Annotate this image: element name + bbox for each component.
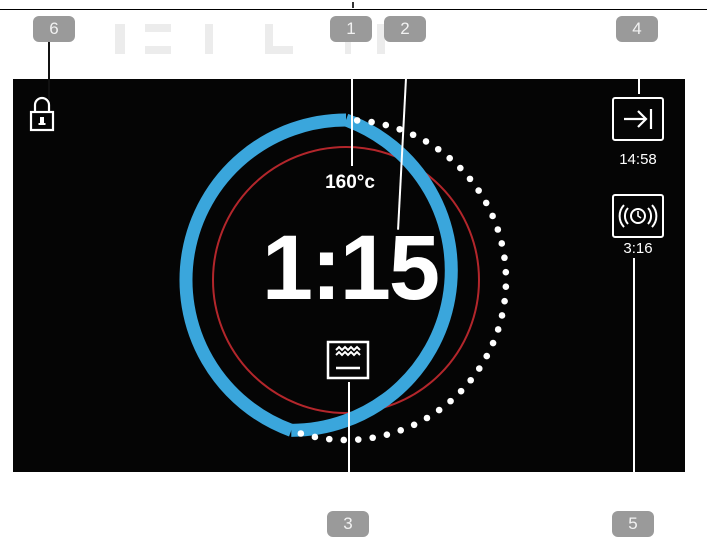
callout-leader-1: [351, 40, 353, 166]
oven-display-diagram: 160°c 1:15 14:58 3:16 6 1 2 4 3 5: [0, 0, 707, 539]
progress-dot: [501, 297, 508, 305]
progress-dot: [353, 117, 361, 124]
progress-dot: [435, 406, 443, 414]
callout-5: 5: [612, 511, 654, 537]
progress-dot: [383, 431, 391, 438]
progress-dot: [410, 421, 418, 429]
progress-dot: [382, 121, 390, 129]
timer-button[interactable]: [612, 194, 664, 238]
oven-heat-mode-icon[interactable]: [326, 340, 370, 380]
progress-dot: [446, 154, 453, 162]
top-rule: [0, 9, 707, 10]
progress-dot: [354, 436, 362, 443]
progress-dot: [434, 145, 442, 153]
callout-leader-4: [638, 40, 640, 94]
callout-leader-6: [48, 40, 50, 100]
progress-dot: [494, 326, 502, 333]
arrow-to-end-icon: [624, 109, 653, 129]
progress-dot: [475, 187, 482, 194]
callout-leader-5: [633, 258, 635, 511]
end-time-label: 14:58: [619, 151, 657, 168]
progress-dot: [501, 254, 508, 262]
progress-dot: [311, 433, 319, 441]
progress-dot: [498, 240, 506, 247]
progress-dot: [457, 164, 464, 172]
lock-icon[interactable]: [29, 96, 55, 132]
alarm-icon: [618, 204, 658, 228]
callout-2: 2: [384, 16, 426, 42]
progress-dot: [457, 387, 465, 395]
end-time-button[interactable]: [612, 97, 664, 141]
progress-dot: [467, 376, 474, 384]
progress-dot: [489, 339, 497, 347]
callout-3: 3: [327, 511, 369, 537]
progress-dot: [447, 397, 454, 405]
progress-dot: [498, 312, 506, 319]
callout-6: 6: [33, 16, 75, 42]
progress-dot: [494, 226, 502, 233]
progress-dot: [502, 283, 510, 291]
progress-dot: [409, 131, 417, 139]
progress-dot: [397, 427, 405, 434]
progress-dot: [369, 434, 376, 442]
top-rule-mark: [352, 2, 354, 8]
progress-dot: [423, 414, 431, 422]
progress-dot: [475, 365, 483, 372]
progress-dot: [502, 268, 510, 276]
cooking-time[interactable]: 1:15: [230, 218, 470, 318]
temperature-readout[interactable]: 160°c: [300, 172, 400, 194]
progress-dot: [483, 352, 491, 360]
callout-4: 4: [616, 16, 658, 42]
progress-dot: [422, 138, 430, 145]
progress-dot: [325, 435, 333, 443]
timer-label: 3:16: [623, 240, 653, 257]
progress-dot: [489, 212, 496, 220]
progress-dot: [466, 175, 474, 183]
progress-dot: [340, 436, 348, 444]
progress-dot: [297, 430, 305, 437]
progress-dot: [368, 118, 375, 126]
callout-1: 1: [330, 16, 372, 42]
callout-leader-3: [348, 382, 350, 512]
progress-dot: [482, 199, 490, 207]
